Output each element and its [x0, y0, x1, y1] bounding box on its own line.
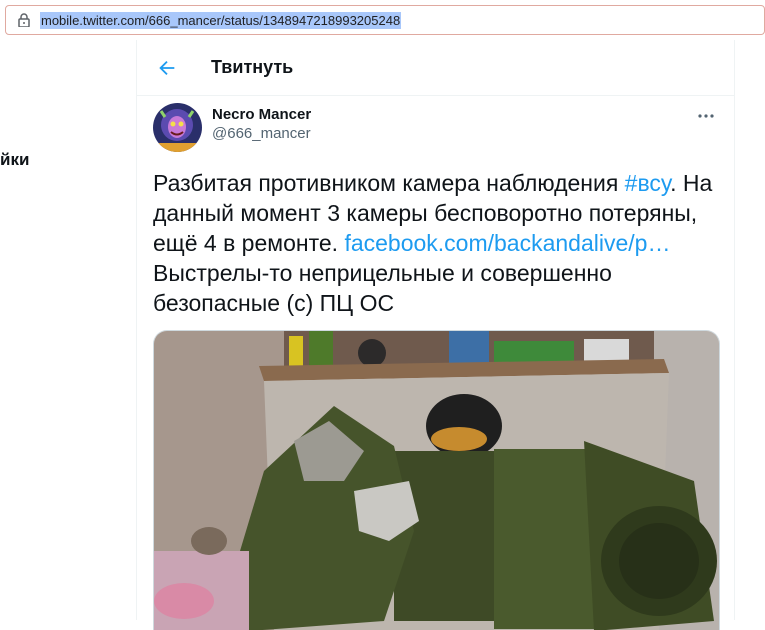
user-handle[interactable]: @666_mancer [212, 124, 311, 144]
address-bar[interactable]: mobile.twitter.com/666_mancer/status/134… [5, 5, 765, 35]
column-header: Твитнуть [137, 40, 734, 96]
back-button[interactable] [137, 40, 197, 96]
arrow-left-icon [159, 60, 175, 75]
external-link[interactable]: facebook.com/backandalive/p… [344, 230, 670, 256]
url-text[interactable]: mobile.twitter.com/666_mancer/status/134… [40, 11, 402, 29]
display-name[interactable]: Necro Mancer [212, 106, 311, 124]
tweet-author: Necro Mancer @666_mancer [153, 102, 718, 154]
tweet-text: Разбитая противником камера наблюдения #… [153, 168, 719, 318]
lock-icon[interactable] [18, 13, 30, 27]
tweet: Necro Mancer @666_mancer Разбитая против… [137, 102, 734, 630]
more-horizontal-icon [698, 114, 714, 118]
page-title: Твитнуть [211, 57, 294, 77]
hashtag-link[interactable]: #всу [625, 170, 670, 196]
avatar[interactable] [153, 103, 202, 152]
more-button[interactable] [696, 106, 716, 126]
tweet-text-part3: Выстрелы-то неприцельные и совершенно бе… [153, 260, 612, 316]
tweet-text-part1: Разбитая противником камера наблюдения [153, 170, 625, 196]
left-sidebar-fragment: йки [0, 150, 30, 169]
tweet-photo[interactable] [153, 330, 720, 630]
tweet-column: Твитнуть Necro Mancer @666_mancer Разбит… [136, 40, 735, 630]
